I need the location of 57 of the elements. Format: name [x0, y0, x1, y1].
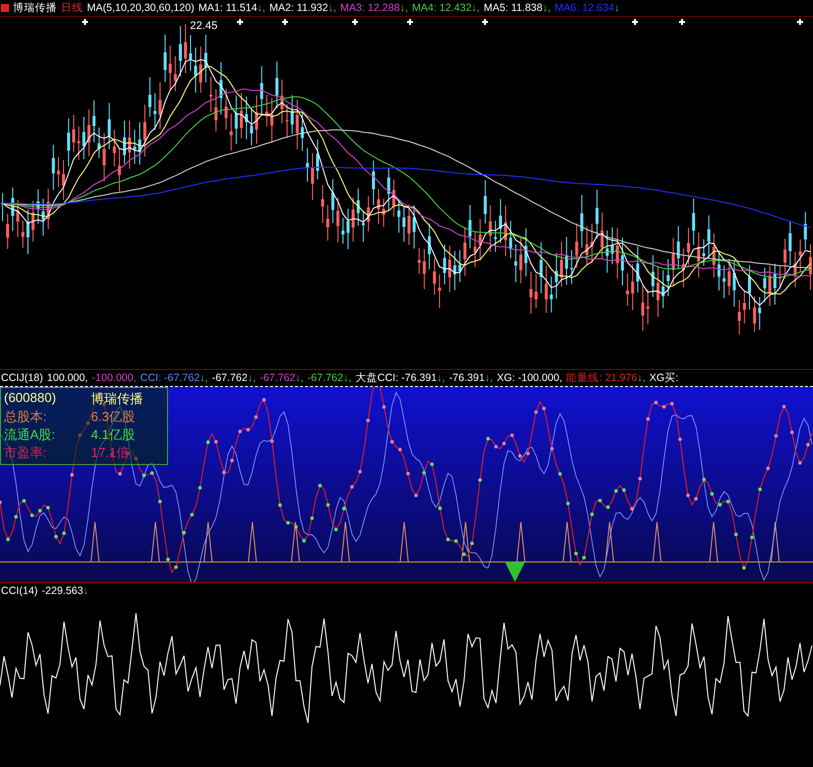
indicator-reading: MA3: 12.288	[340, 2, 400, 14]
stock-icon	[1, 4, 9, 12]
trend-arrow: ↓,	[248, 372, 256, 384]
info-label: 总股本:	[4, 408, 48, 426]
event-marker-icon	[406, 18, 414, 26]
event-marker-icon	[236, 18, 244, 26]
indicator-reading: MA4: 12.432	[412, 2, 472, 14]
trend-arrow: ↓,	[200, 372, 208, 384]
indicator-reading: 100.000,	[47, 372, 88, 384]
event-marker-icon	[281, 18, 289, 26]
indicator-reading: -67.762	[308, 372, 344, 384]
trend-arrow: ↓,	[343, 372, 352, 384]
indicator-reading: -100.000,	[92, 372, 136, 384]
info-label: 流通A股:	[4, 426, 56, 444]
info-label: 市盈率:	[4, 444, 48, 462]
trend-arrow: ↓,	[637, 372, 646, 384]
indicator-reading: 能量线: 21.976	[566, 371, 638, 385]
indicator-reading: -76.391	[449, 372, 485, 384]
info-value: 17.1倍	[91, 444, 130, 462]
trend-arrow: ↓,	[472, 2, 480, 14]
trend-arrow: ↓,	[542, 2, 551, 14]
stock-name: 博瑞传播	[13, 1, 57, 15]
info-value: 6.3亿股	[91, 408, 136, 426]
stock-name: 博瑞传播	[91, 390, 144, 408]
event-marker-icon	[481, 18, 489, 26]
event-marker-icon	[351, 18, 359, 26]
indicator-reading: -67.762	[260, 372, 296, 384]
trend-arrow: ↓,	[257, 2, 266, 14]
info-value: 4.1亿股	[91, 426, 136, 444]
indicator-reading: XG买:	[649, 371, 678, 385]
trend-arrow: ↓,	[436, 372, 446, 384]
indicator-reading: XG: -100.000,	[496, 372, 562, 384]
low-zone-marker	[505, 562, 525, 582]
event-marker-icon	[81, 18, 89, 26]
indicator-reading: CCI: -67.762	[140, 372, 200, 384]
trend-arrow: ↓	[614, 2, 620, 14]
event-marker-icon	[796, 18, 804, 26]
trend-arrow: ↓,	[328, 2, 336, 14]
trend-arrow: ↓,	[400, 2, 408, 14]
period-label: 日线	[61, 1, 83, 15]
indicator-reading: -67.762	[212, 372, 248, 384]
indicator-name: CCIJ(18)	[1, 372, 44, 384]
indicator-reading: MA6: 12.634	[554, 2, 614, 14]
indicator-reading: 大盘CCI: -76.391	[355, 371, 437, 385]
indicator-reading: MA1: 11.514	[198, 2, 258, 14]
price-label: 22.45	[190, 20, 218, 32]
trend-arrow: ↓,	[484, 372, 493, 384]
event-marker-icon	[631, 18, 639, 26]
indicator-name: MA(5,10,20,30,60,120)	[87, 2, 194, 14]
indicator-reading: MA2: 11.932	[269, 2, 328, 14]
trend-arrow: ↓,	[295, 372, 304, 384]
indicator-reading: -229.563	[42, 585, 84, 597]
stock-code: (600880)	[4, 390, 58, 407]
indicator-reading: MA5: 11.838	[484, 2, 542, 14]
event-marker-icon	[678, 18, 686, 26]
trend-arrow: ↓	[83, 585, 88, 597]
indicator-name: CCI(14)	[1, 585, 38, 597]
